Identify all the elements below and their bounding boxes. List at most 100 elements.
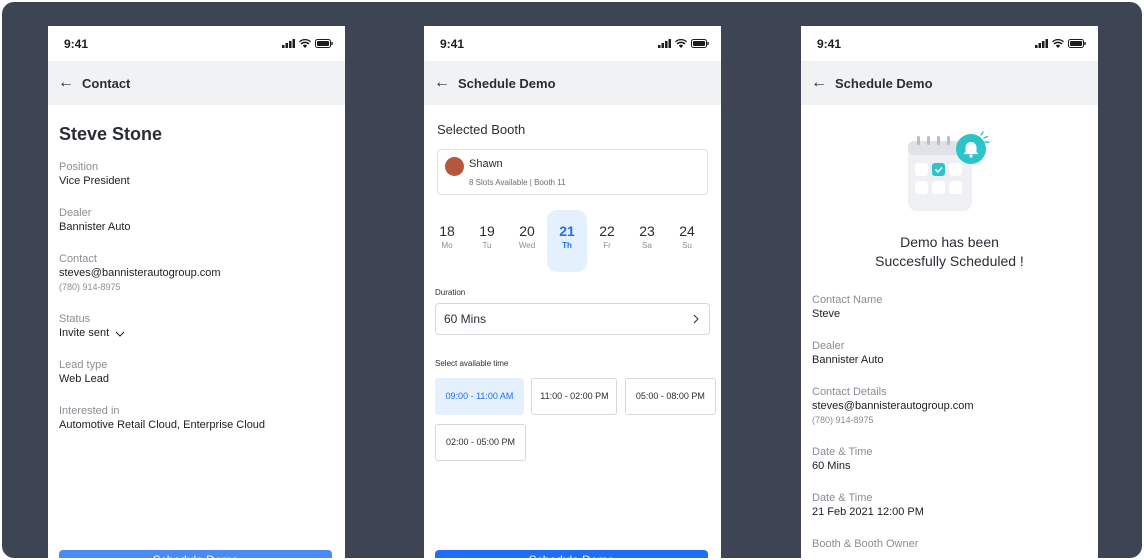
success-line-2: Succesfully Scheduled !: [875, 253, 1024, 269]
time-slot[interactable]: 11:00 - 02:00 PM: [531, 378, 618, 415]
time-slot-selected[interactable]: 09:00 - 11:00 AM: [435, 378, 524, 415]
contact-phone[interactable]: (780) 914-8975: [59, 281, 334, 293]
field-value: Bannister Auto: [812, 354, 884, 366]
date-weekday: Tu: [482, 241, 492, 250]
chevron-right-icon: [693, 314, 699, 324]
battery-icon: [315, 39, 333, 48]
phone-screen-schedule: 9:41 ← Schedule Demo Selected Booth Shaw…: [424, 26, 721, 558]
date-weekday: Fr: [603, 241, 611, 250]
battery-icon: [691, 39, 709, 48]
date-weekday: Th: [562, 241, 572, 250]
date-item[interactable]: 19 Tu: [467, 210, 507, 272]
contact-phone[interactable]: (780) 914-8975: [812, 414, 1087, 426]
date-day: 20: [519, 223, 535, 239]
field-value: Vice President: [59, 175, 130, 187]
booth-details: 8 Slots Available | Booth 11: [469, 178, 566, 187]
app-bar: ← Contact: [48, 61, 345, 105]
arrow-left-icon[interactable]: ←: [434, 74, 450, 92]
contact-email[interactable]: steves@bannisterautogroup.com: [812, 399, 1087, 414]
date-item[interactable]: 22 Fr: [587, 210, 627, 272]
arrow-left-icon[interactable]: ←: [811, 74, 827, 92]
date-day: 19: [479, 223, 495, 239]
contact-name: Steve Stone: [59, 124, 163, 144]
booth-owner-name: Shawn: [469, 158, 503, 170]
date-item-selected[interactable]: 21 Th: [547, 210, 587, 272]
field-value: 21 Feb 2021 12:00 PM: [812, 506, 924, 518]
status-time: 9:41: [64, 36, 89, 51]
field-label: Contact: [59, 253, 97, 265]
date-day: 24: [679, 223, 695, 239]
date-weekday: Sa: [642, 241, 652, 250]
date-item[interactable]: 23 Sa: [627, 210, 667, 272]
field-contact: Contact steves@bannisterautogroup.com (7…: [59, 252, 334, 293]
section-title: Selected Booth: [437, 122, 526, 137]
date-item[interactable]: 20 Wed: [507, 210, 547, 272]
wifi-icon: [299, 39, 311, 48]
schedule-demo-button[interactable]: Schedule Demo: [59, 550, 332, 558]
status-dropdown[interactable]: Invite sent: [59, 326, 334, 341]
field-dealer: Dealer Bannister Auto: [812, 339, 1087, 368]
app-bar: ← Schedule Demo: [424, 61, 721, 105]
field-label: Lead type: [59, 359, 108, 371]
field-position: Position Vice President: [59, 160, 334, 189]
date-item[interactable]: 18 Mo: [427, 210, 467, 272]
page-title: Contact: [82, 75, 131, 91]
field-label: Contact Details: [812, 386, 887, 398]
chevron-down-icon: [115, 331, 125, 337]
date-weekday: Mo: [441, 241, 453, 250]
status-bar: 9:41: [801, 26, 1098, 61]
calendar-bell-icon: [801, 129, 1098, 229]
signal-icon: [282, 39, 295, 48]
field-duration: Date & Time 60 Mins: [812, 445, 1087, 474]
date-weekday: Wed: [518, 241, 536, 250]
field-contact-name: Contact Name Steve: [812, 293, 1087, 322]
field-label: Position: [59, 161, 99, 173]
phone-screen-contact: 9:41 ← Contact Steve Stone Position Vice…: [48, 26, 345, 558]
page-title: Schedule Demo: [835, 75, 933, 91]
arrow-left-icon[interactable]: ←: [58, 74, 74, 92]
date-day: 23: [639, 223, 655, 239]
duration-label: Duration: [435, 288, 466, 297]
selected-booth-card[interactable]: Shawn 8 Slots Available | Booth 11: [437, 149, 708, 195]
field-date-time: Date & Time 21 Feb 2021 12:00 PM: [812, 491, 1087, 520]
time-slot[interactable]: 02:00 - 05:00 PM: [435, 424, 526, 461]
contact-email[interactable]: steves@bannisterautogroup.com: [59, 266, 334, 281]
status-value: Invite sent: [59, 327, 110, 339]
status-bar: 9:41: [424, 26, 721, 61]
date-day: 18: [439, 223, 455, 239]
canvas-background: 9:41 ← Contact Steve Stone Position Vice…: [2, 2, 1142, 558]
field-contact-details: Contact Details steves@bannisterautogrou…: [812, 385, 1087, 426]
signal-icon: [658, 39, 671, 48]
field-value: Web Lead: [59, 373, 109, 385]
field-label: Contact Name: [812, 294, 883, 306]
field-label: Interested in: [59, 405, 120, 417]
schedule-demo-button[interactable]: Schedule Demo: [435, 550, 708, 558]
time-slot[interactable]: 05:00 - 08:00 PM: [624, 378, 716, 415]
duration-value: 60 Mins: [444, 312, 487, 326]
success-message: Demo has been Succesfully Scheduled !: [801, 233, 1098, 271]
phone-screen-success: 9:41 ← Schedule Demo Demo has been Succe…: [801, 26, 1098, 558]
date-weekday: Su: [682, 241, 692, 250]
field-value: 60 Mins: [812, 460, 851, 472]
date-day: 21: [559, 223, 575, 239]
duration-select[interactable]: 60 Mins: [435, 303, 710, 335]
field-interested-in: Interested in Automotive Retail Cloud, E…: [59, 404, 334, 433]
battery-icon: [1068, 39, 1086, 48]
date-item[interactable]: 24 Su: [667, 210, 707, 272]
field-value: Steve: [812, 308, 841, 320]
avatar: [445, 157, 464, 176]
status-time: 9:41: [817, 36, 842, 51]
time-slot-grid: 09:00 - 11:00 AM 11:00 - 02:00 PM 05:00 …: [435, 378, 720, 470]
field-label: Dealer: [59, 207, 92, 219]
time-label: Select available time: [435, 359, 509, 368]
field-value: Bannister Auto: [59, 221, 131, 233]
field-label: Status: [59, 313, 91, 325]
status-time: 9:41: [440, 36, 465, 51]
wifi-icon: [675, 39, 687, 48]
signal-icon: [1035, 39, 1048, 48]
success-line-1: Demo has been: [900, 234, 999, 250]
date-day: 22: [599, 223, 615, 239]
wifi-icon: [1052, 39, 1064, 48]
status-bar: 9:41: [48, 26, 345, 61]
field-lead-type: Lead type Web Lead: [59, 358, 334, 387]
